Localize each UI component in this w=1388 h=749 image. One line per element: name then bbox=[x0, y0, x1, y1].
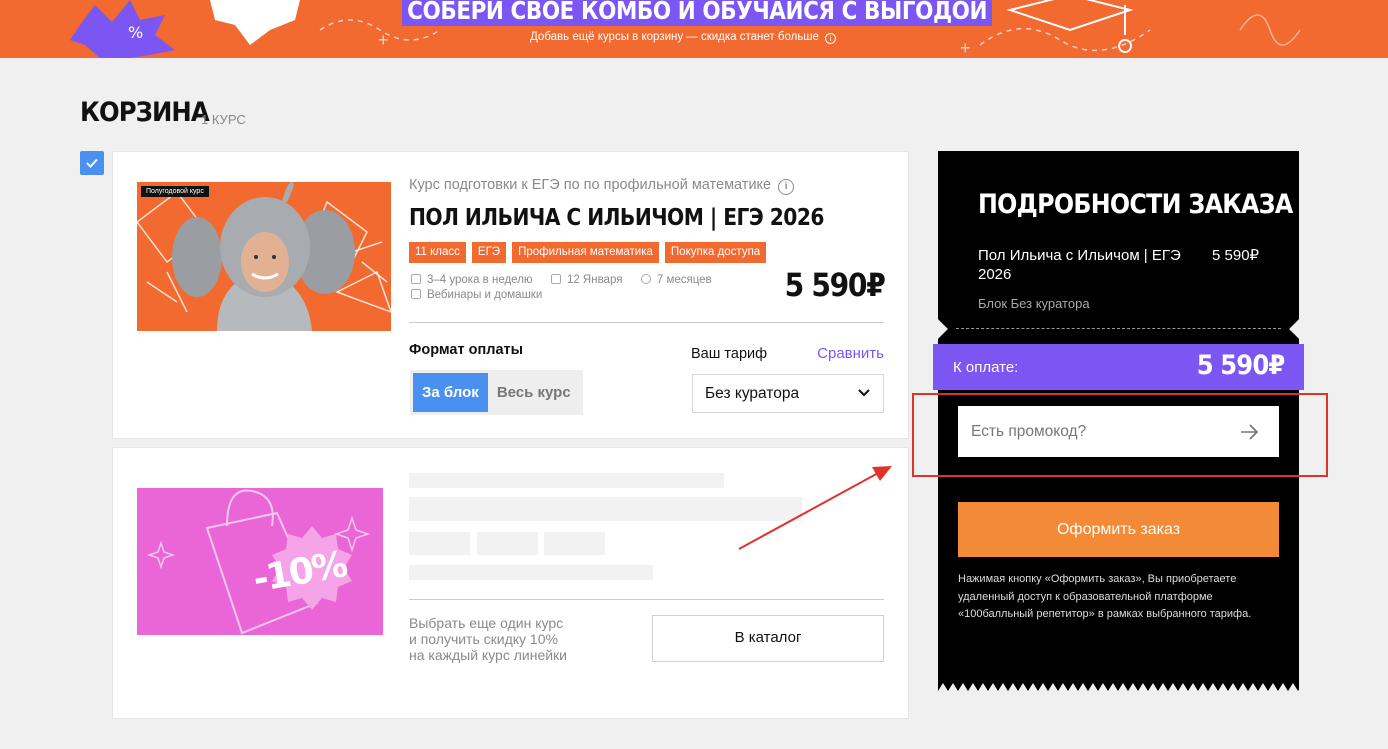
upsell-text-line: Выбрать еще один курс bbox=[409, 615, 564, 631]
tariff-select[interactable]: Без куратора bbox=[692, 374, 884, 413]
badge: Профильная математика bbox=[512, 242, 659, 263]
svg-text:+: + bbox=[378, 30, 389, 50]
course-image-tag: Полугодовой курс bbox=[141, 186, 209, 197]
ticket-zigzag-edge bbox=[938, 683, 1299, 691]
page-title: КОРЗИНА bbox=[80, 97, 210, 128]
clock-icon bbox=[640, 274, 651, 284]
divider bbox=[409, 599, 884, 600]
checkout-button[interactable]: Оформить заказ bbox=[958, 502, 1279, 557]
tariff-label: Ваш тариф bbox=[691, 346, 768, 362]
info-icon[interactable]: i bbox=[778, 179, 795, 195]
course-content: Вебинары и домашки bbox=[427, 289, 543, 301]
ticket-notch bbox=[1289, 319, 1309, 339]
order-item-name: Пол Ильича с Ильичом | ЕГЭ 2026 bbox=[978, 247, 1181, 283]
compare-tariffs-link[interactable]: Сравнить bbox=[817, 345, 884, 362]
banner-subtitle-text: Добавь ещё курсы в корзину — скидка стан… bbox=[530, 31, 819, 43]
divider bbox=[409, 322, 884, 323]
cart-count: 1 КУРС bbox=[201, 112, 246, 127]
ticket-divider bbox=[956, 328, 1281, 329]
checkmark-icon bbox=[86, 158, 98, 168]
course-badges: 11 класс ЕГЭ Профильная математика Покуп… bbox=[409, 242, 767, 263]
lessons-per-week: 3–4 урока в неделю bbox=[427, 274, 533, 286]
course-meta: 3–4 урока в неделю 12 Января 7 месяцев В… bbox=[411, 273, 712, 303]
pay-per-block-option[interactable]: За блок bbox=[413, 373, 488, 412]
badge: Покупка доступа bbox=[664, 242, 767, 263]
svg-text:+: + bbox=[960, 38, 971, 58]
badge: ЕГЭ bbox=[471, 242, 507, 263]
order-item-tariff: Блок Без куратора bbox=[978, 296, 1090, 311]
promo-banner: % + + СОБЕРИ СВОЁ КОМБО И ОБУЧАЙСЯ С ВЫГ… bbox=[0, 0, 1388, 58]
flag-icon bbox=[550, 274, 561, 284]
skeleton-line bbox=[409, 565, 653, 580]
upsell-text-line: и получить скидку 10% bbox=[409, 631, 558, 647]
total-label: К оплате: bbox=[953, 359, 1019, 376]
course-type: Курс подготовки к ЕГЭ по по профильной м… bbox=[409, 177, 795, 195]
skeleton-chip bbox=[544, 532, 605, 555]
ticket-notch bbox=[928, 319, 948, 339]
arrow-right-icon[interactable] bbox=[1240, 423, 1260, 441]
payment-format-toggle: За блок Весь курс bbox=[410, 370, 583, 415]
course-duration: 7 месяцев bbox=[656, 274, 712, 286]
start-date: 12 Января bbox=[566, 274, 623, 286]
checkout-disclaimer: Нажимая кнопку «Оформить заказ», Вы прио… bbox=[958, 573, 1252, 620]
tariff-select-value: Без куратора bbox=[705, 385, 800, 402]
info-icon[interactable]: i bbox=[825, 33, 837, 44]
order-summary-title: ПОДРОБНОСТИ ЗАКАЗА bbox=[978, 189, 1293, 220]
banner-subtitle: Добавь ещё курсы в корзину — скидка стан… bbox=[530, 31, 837, 44]
skeleton-line bbox=[409, 497, 802, 521]
course-card: Полугодовой курс Курс подготовки к ЕГЭ п… bbox=[112, 151, 909, 439]
pay-full-course-option[interactable]: Весь курс bbox=[488, 373, 580, 412]
upsell-card: -10% Выбрать еще один курс и получить ск… bbox=[112, 447, 909, 719]
chevron-down-icon bbox=[858, 389, 870, 397]
course-type-text: Курс подготовки к ЕГЭ по по профильной м… bbox=[409, 177, 772, 193]
order-summary-panel: ПОДРОБНОСТИ ЗАКАЗА Пол Ильича с Ильичом … bbox=[928, 151, 1309, 691]
discount-image: -10% bbox=[137, 488, 383, 635]
banner-title: СОБЕРИ СВОЁ КОМБО И ОБУЧАЙСЯ С ВЫГОДОЙ bbox=[402, 0, 993, 26]
video-icon bbox=[411, 289, 421, 299]
course-price: 5 590₽ bbox=[784, 266, 885, 304]
course-title[interactable]: ПОЛ ИЛЬИЧА С ИЛЬИЧОМ | ЕГЭ 2026 bbox=[409, 205, 825, 231]
promo-code-input[interactable] bbox=[958, 406, 1279, 457]
payment-format-label: Формат оплаты bbox=[409, 342, 524, 358]
total-bar: К оплате: 5 590₽ bbox=[933, 344, 1304, 390]
upsell-text-line: на каждый курс линейки bbox=[409, 647, 568, 663]
skeleton-line bbox=[409, 473, 724, 488]
skeleton-chip bbox=[409, 532, 470, 555]
course-select-checkbox[interactable] bbox=[80, 151, 104, 175]
badge: 11 класс bbox=[409, 242, 466, 263]
calendar-icon bbox=[411, 274, 421, 284]
skeleton-chip bbox=[477, 532, 538, 555]
svg-text:%: % bbox=[128, 23, 143, 42]
total-value: 5 590₽ bbox=[1196, 350, 1285, 381]
catalog-button[interactable]: В каталог bbox=[652, 615, 884, 662]
course-illustration bbox=[137, 182, 391, 331]
order-item-price: 5 590₽ bbox=[1212, 247, 1260, 264]
upsell-text: Выбрать еще один курс и получить скидку … bbox=[409, 615, 609, 663]
course-image[interactable]: Полугодовой курс bbox=[137, 182, 391, 331]
